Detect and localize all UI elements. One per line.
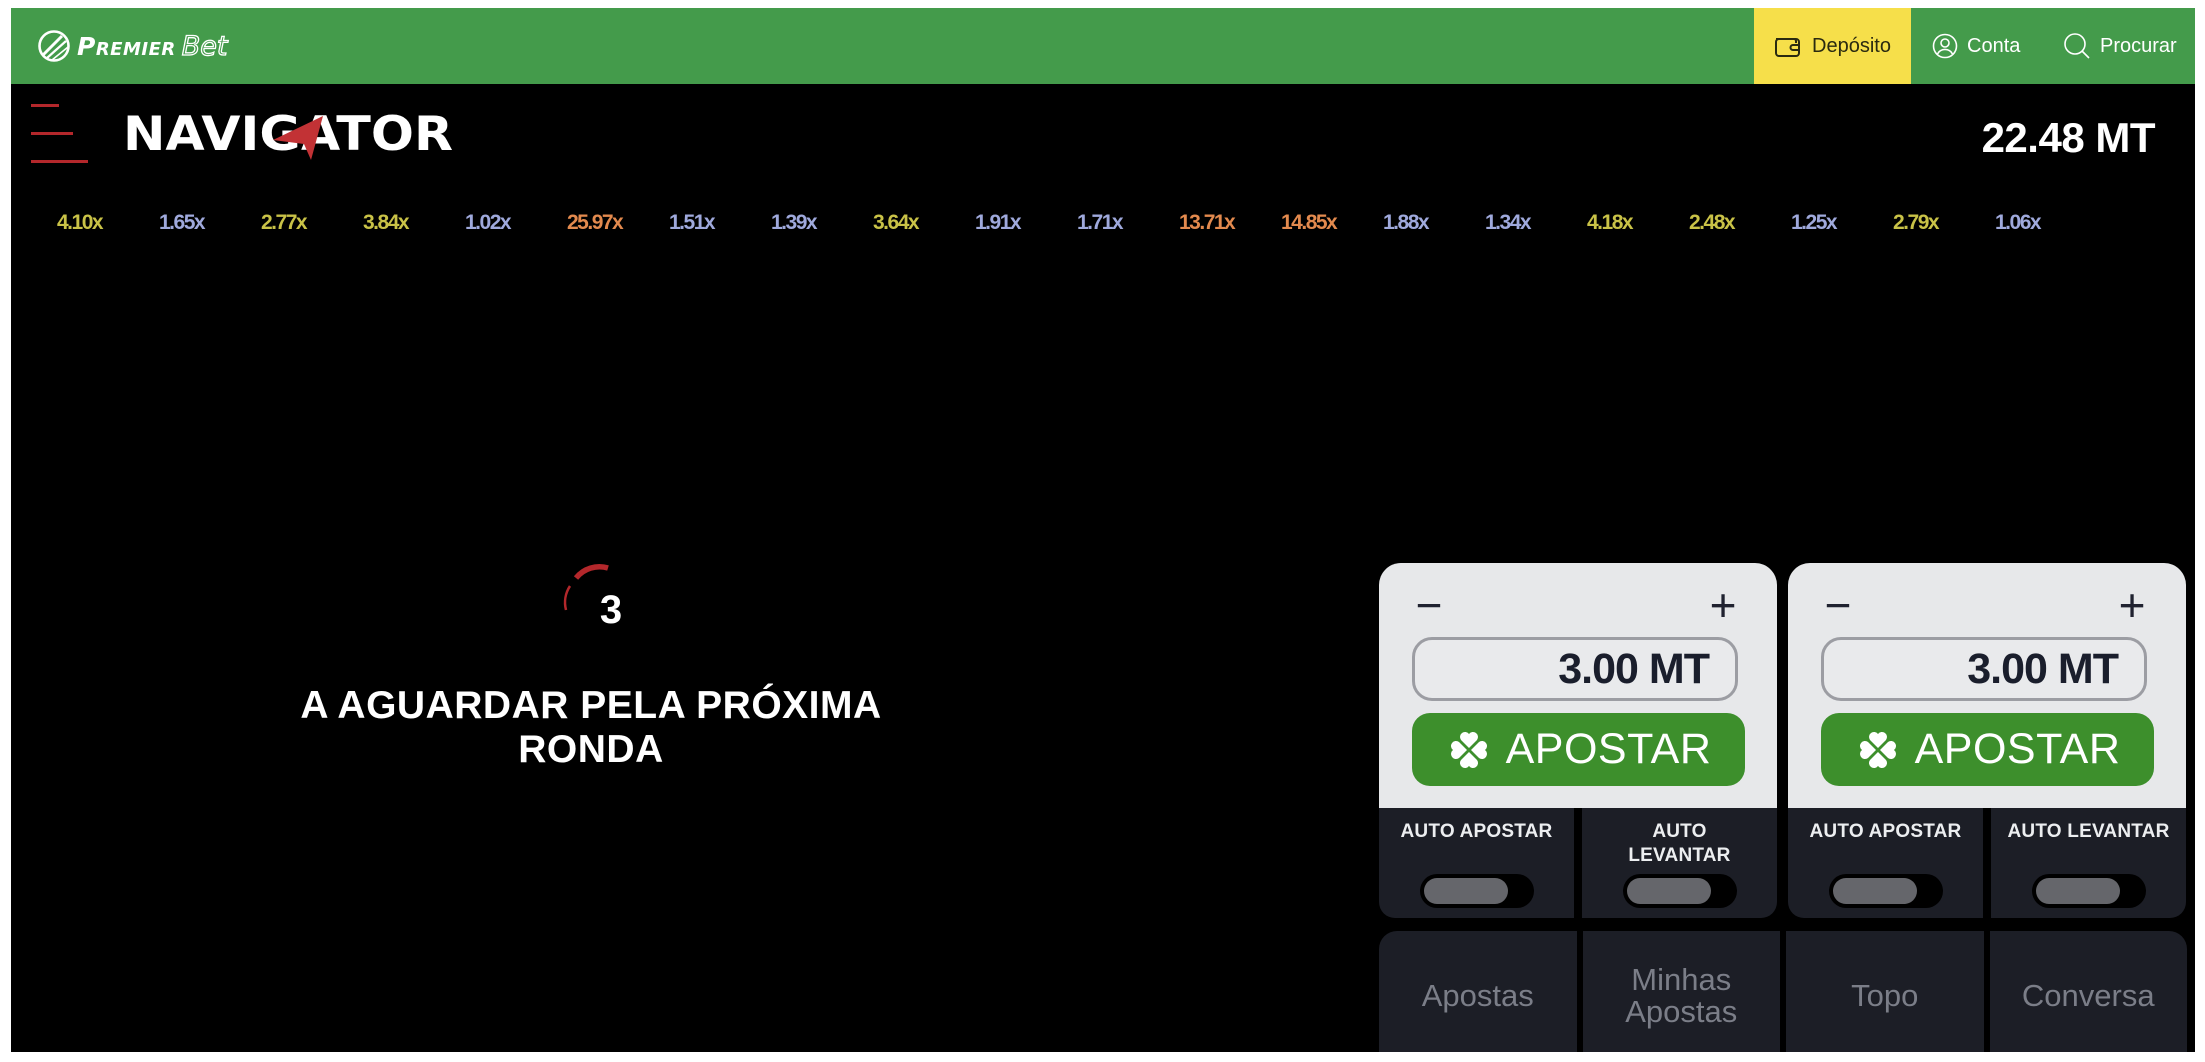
brand-bet-text: Bet — [181, 30, 228, 62]
menu-line — [31, 132, 73, 135]
multiplier-history-item: 3.84x — [363, 211, 410, 234]
search-link[interactable]: Procurar — [2063, 8, 2177, 84]
account-label: Conta — [1967, 34, 2021, 57]
toggle-knob — [1423, 878, 1508, 904]
countdown-timer: 3 — [546, 554, 636, 644]
account-link[interactable]: Conta — [1932, 8, 2020, 84]
menu-line — [31, 104, 59, 107]
bet-panel-2: − + 3.00 MT APOSTAR AUTO APOSTAR AUTO LE… — [1788, 563, 2186, 919]
toggle-knob — [1626, 878, 1711, 904]
deposit-label: Depósito — [1812, 34, 1891, 57]
increase-amount-button[interactable]: + — [1703, 582, 1743, 628]
auto-bet-cell: AUTO APOSTAR — [1379, 808, 1574, 918]
multiplier-history-item: 3.64x — [873, 211, 920, 234]
auto-cashout-cell: AUTO LEVANTAR — [1991, 808, 2186, 918]
user-icon — [1932, 33, 1958, 59]
brand-premier-text: Premier — [77, 31, 176, 61]
info-tabs: Apostas Minhas Apostas Topo Conversa — [1379, 931, 2187, 1052]
auto-cashout-toggle[interactable] — [2031, 874, 2146, 908]
toggle-knob — [1832, 878, 1917, 904]
tab-label: Minhas Apostas — [1625, 961, 1738, 1029]
tab-label: Topo — [1851, 977, 1919, 1013]
bet-button[interactable]: APOSTAR — [1412, 713, 1745, 786]
menu-button[interactable] — [31, 104, 91, 166]
multiplier-history-item: 2.77x — [261, 211, 308, 234]
waiting-overlay: 3 A AGUARDAR PELA PRÓXIMA RONDA — [231, 554, 951, 772]
auto-options: AUTO APOSTAR AUTO LEVANTAR — [1379, 808, 1777, 918]
search-icon — [2064, 33, 2090, 59]
tab-chat[interactable]: Conversa — [1989, 931, 2187, 1052]
countdown-number: 3 — [599, 588, 623, 632]
bet-panel-controls: − + 3.00 MT APOSTAR — [1788, 563, 2186, 808]
decrease-amount-button[interactable]: − — [1818, 582, 1858, 628]
multiplier-history-item: 1.39x — [771, 211, 818, 234]
multiplier-history-item: 1.65x — [159, 211, 206, 234]
multiplier-history-item: 2.79x — [1893, 211, 1940, 234]
tab-top[interactable]: Topo — [1786, 931, 1984, 1052]
tab-label: Conversa — [2021, 977, 2155, 1013]
multiplier-history-item: 14.85x — [1281, 211, 1338, 234]
bet-panel-controls: − + 3.00 MT APOSTAR — [1379, 563, 1777, 808]
tab-my-bets[interactable]: Minhas Apostas — [1582, 931, 1780, 1052]
auto-cashout-label: AUTO LEVANTAR — [1628, 821, 1731, 866]
navigator-logo: NAVIGATOR — [123, 107, 453, 160]
game-area: NAVIGATOR 22.48 MT 4.10x 1.65x 2.77x 3.84x 1… — [11, 84, 2195, 1052]
menu-line — [31, 160, 88, 163]
bet-button[interactable]: APOSTAR — [1821, 713, 2154, 786]
wallet-icon — [1775, 38, 1801, 57]
decrease-amount-button[interactable]: − — [1409, 582, 1449, 628]
premier-bet-logo[interactable]: Premier Bet — [37, 28, 228, 64]
bet-amount-input[interactable]: 3.00 MT — [1412, 637, 1738, 701]
multiplier-history-item: 1.88x — [1383, 211, 1430, 234]
toggle-knob — [2035, 878, 2120, 904]
multiplier-history-item: 1.25x — [1791, 211, 1838, 234]
multiplier-history: 4.10x 1.65x 2.77x 3.84x 1.02x 25.97x 1.51x 1.39… — [57, 208, 2097, 238]
search-label: Procurar — [2100, 34, 2177, 57]
clover-icon — [1859, 731, 1896, 768]
multiplier-history-item: 1.02x — [465, 211, 512, 234]
multiplier-history-item: 13.71x — [1179, 211, 1236, 234]
auto-bet-cell: AUTO APOSTAR — [1788, 808, 1983, 918]
premier-bet-logo-icon — [38, 30, 70, 62]
multiplier-history-item: 1.06x — [1995, 211, 2042, 234]
bet-button-label: APOSTAR — [1914, 725, 2121, 773]
clover-icon — [1450, 731, 1487, 768]
increase-amount-button[interactable]: + — [2112, 582, 2152, 628]
auto-cashout-cell: AUTO LEVANTAR — [1582, 808, 1777, 918]
multiplier-history-item: 4.10x — [57, 211, 104, 234]
multiplier-history-item: 2.48x — [1689, 211, 1736, 234]
site-header: Premier Bet Depósito Conta Procurar — [11, 8, 2195, 84]
bet-panel-1: − + 3.00 MT APOSTAR AUTO APOSTAR AUTO LE… — [1379, 563, 1777, 919]
auto-bet-label: AUTO APOSTAR — [1809, 821, 1962, 842]
multiplier-history-item: 4.18x — [1587, 211, 1634, 234]
auto-bet-label: AUTO APOSTAR — [1400, 821, 1553, 842]
multiplier-history-item: 25.97x — [567, 211, 624, 234]
balance-display: 22.48 MT — [1981, 114, 2156, 161]
auto-options: AUTO APOSTAR AUTO LEVANTAR — [1788, 808, 2186, 918]
multiplier-history-item: 1.71x — [1077, 211, 1124, 234]
auto-cashout-toggle[interactable] — [1622, 874, 1737, 908]
auto-cashout-label: AUTO LEVANTAR — [2007, 821, 2170, 842]
tab-bets[interactable]: Apostas — [1379, 931, 1577, 1052]
multiplier-history-item: 1.51x — [669, 211, 716, 234]
tab-label: Apostas — [1421, 977, 1534, 1013]
auto-bet-toggle[interactable] — [1419, 874, 1534, 908]
multiplier-history-item: 1.34x — [1485, 211, 1532, 234]
deposit-button[interactable]: Depósito — [1754, 8, 1911, 84]
bet-button-label: APOSTAR — [1505, 725, 1712, 773]
waiting-message: A AGUARDAR PELA PRÓXIMA RONDA — [300, 684, 882, 771]
bet-amount-input[interactable]: 3.00 MT — [1821, 637, 2147, 701]
multiplier-history-item: 1.91x — [975, 211, 1022, 234]
auto-bet-toggle[interactable] — [1828, 874, 1943, 908]
